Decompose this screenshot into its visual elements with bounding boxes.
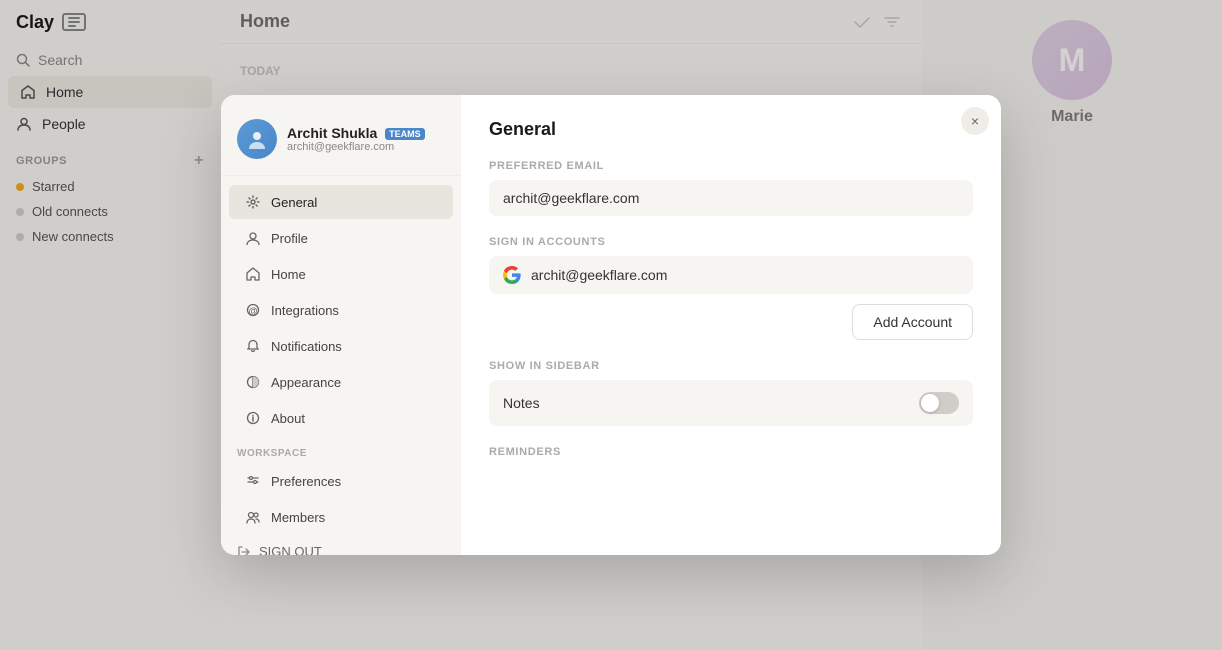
add-account-button[interactable]: Add Account (852, 304, 973, 340)
appearance-icon (245, 374, 261, 390)
google-icon (503, 266, 521, 284)
modal-user-info: Archit Shukla TEAMS archit@geekflare.com (221, 115, 461, 176)
modal-nav-members[interactable]: Members (229, 500, 453, 534)
preferred-email-section: PREFERRED EMAIL (489, 160, 973, 216)
svg-text:@: @ (249, 306, 258, 316)
modal-nav-preferences[interactable]: Preferences (229, 464, 453, 498)
modal-nav-profile-label: Profile (271, 231, 308, 246)
modal-user-name: Archit Shukla TEAMS (287, 125, 425, 141)
preferred-email-input[interactable] (489, 180, 973, 216)
profile-person-icon (245, 230, 261, 246)
bell-icon (245, 338, 261, 354)
settings-modal: Archit Shukla TEAMS archit@geekflare.com… (221, 95, 1001, 555)
modal-user-avatar (237, 119, 277, 159)
modal-nav-notifications[interactable]: Notifications (229, 329, 453, 363)
modal-nav-integrations-label: Integrations (271, 303, 339, 318)
notes-label: Notes (503, 395, 919, 411)
reminders-label: REMINDERS (489, 446, 973, 458)
show-in-sidebar-section: SHOW IN SIDEBAR Notes (489, 360, 973, 426)
about-icon (245, 410, 261, 426)
signout-icon (237, 545, 251, 556)
integrations-icon: @ (245, 302, 261, 318)
home-nav-icon (245, 266, 261, 282)
sliders-icon (245, 473, 261, 489)
modal-nav-appearance[interactable]: Appearance (229, 365, 453, 399)
modal-content-header: General (489, 119, 973, 140)
sign-in-accounts-section: SIGN IN ACCOUNTS archit@geekflare.com Ad… (489, 236, 973, 340)
sign-in-account-row: archit@geekflare.com (489, 256, 973, 294)
modal-content-area: × General PREFERRED EMAIL SIGN IN ACCOUN… (461, 95, 1001, 555)
modal-nav-preferences-label: Preferences (271, 474, 341, 489)
modal-nav-profile[interactable]: Profile (229, 221, 453, 255)
preferred-email-label: PREFERRED EMAIL (489, 160, 973, 172)
sign-in-accounts-label: SIGN IN ACCOUNTS (489, 236, 973, 248)
members-icon (245, 509, 261, 525)
signout-label: SIGN OUT (259, 544, 322, 555)
modal-overlay: Archit Shukla TEAMS archit@geekflare.com… (0, 0, 1222, 650)
notes-sidebar-row: Notes (489, 380, 973, 426)
show-in-sidebar-label: SHOW IN SIDEBAR (489, 360, 973, 372)
modal-nav-members-label: Members (271, 510, 325, 525)
modal-user-email: archit@geekflare.com (287, 141, 425, 153)
sign-in-email-value: archit@geekflare.com (531, 267, 667, 283)
modal-nav-home-label: Home (271, 267, 306, 282)
modal-nav-about[interactable]: About (229, 401, 453, 435)
gear-icon (245, 194, 261, 210)
modal-nav-home[interactable]: Home (229, 257, 453, 291)
workspace-label: WORKSPACE (221, 436, 461, 463)
modal-nav-notifications-label: Notifications (271, 339, 342, 354)
notes-toggle[interactable] (919, 392, 959, 414)
teams-badge: TEAMS (385, 128, 425, 140)
modal-nav-about-label: About (271, 411, 305, 426)
modal-nav-appearance-label: Appearance (271, 375, 341, 390)
modal-nav-general-label: General (271, 195, 317, 210)
modal-sidebar: Archit Shukla TEAMS archit@geekflare.com… (221, 95, 461, 555)
modal-nav-integrations[interactable]: @ Integrations (229, 293, 453, 327)
signout-button[interactable]: SIGN OUT (221, 535, 461, 555)
modal-nav-general[interactable]: General (229, 185, 453, 219)
modal-content-title: General (489, 119, 973, 140)
